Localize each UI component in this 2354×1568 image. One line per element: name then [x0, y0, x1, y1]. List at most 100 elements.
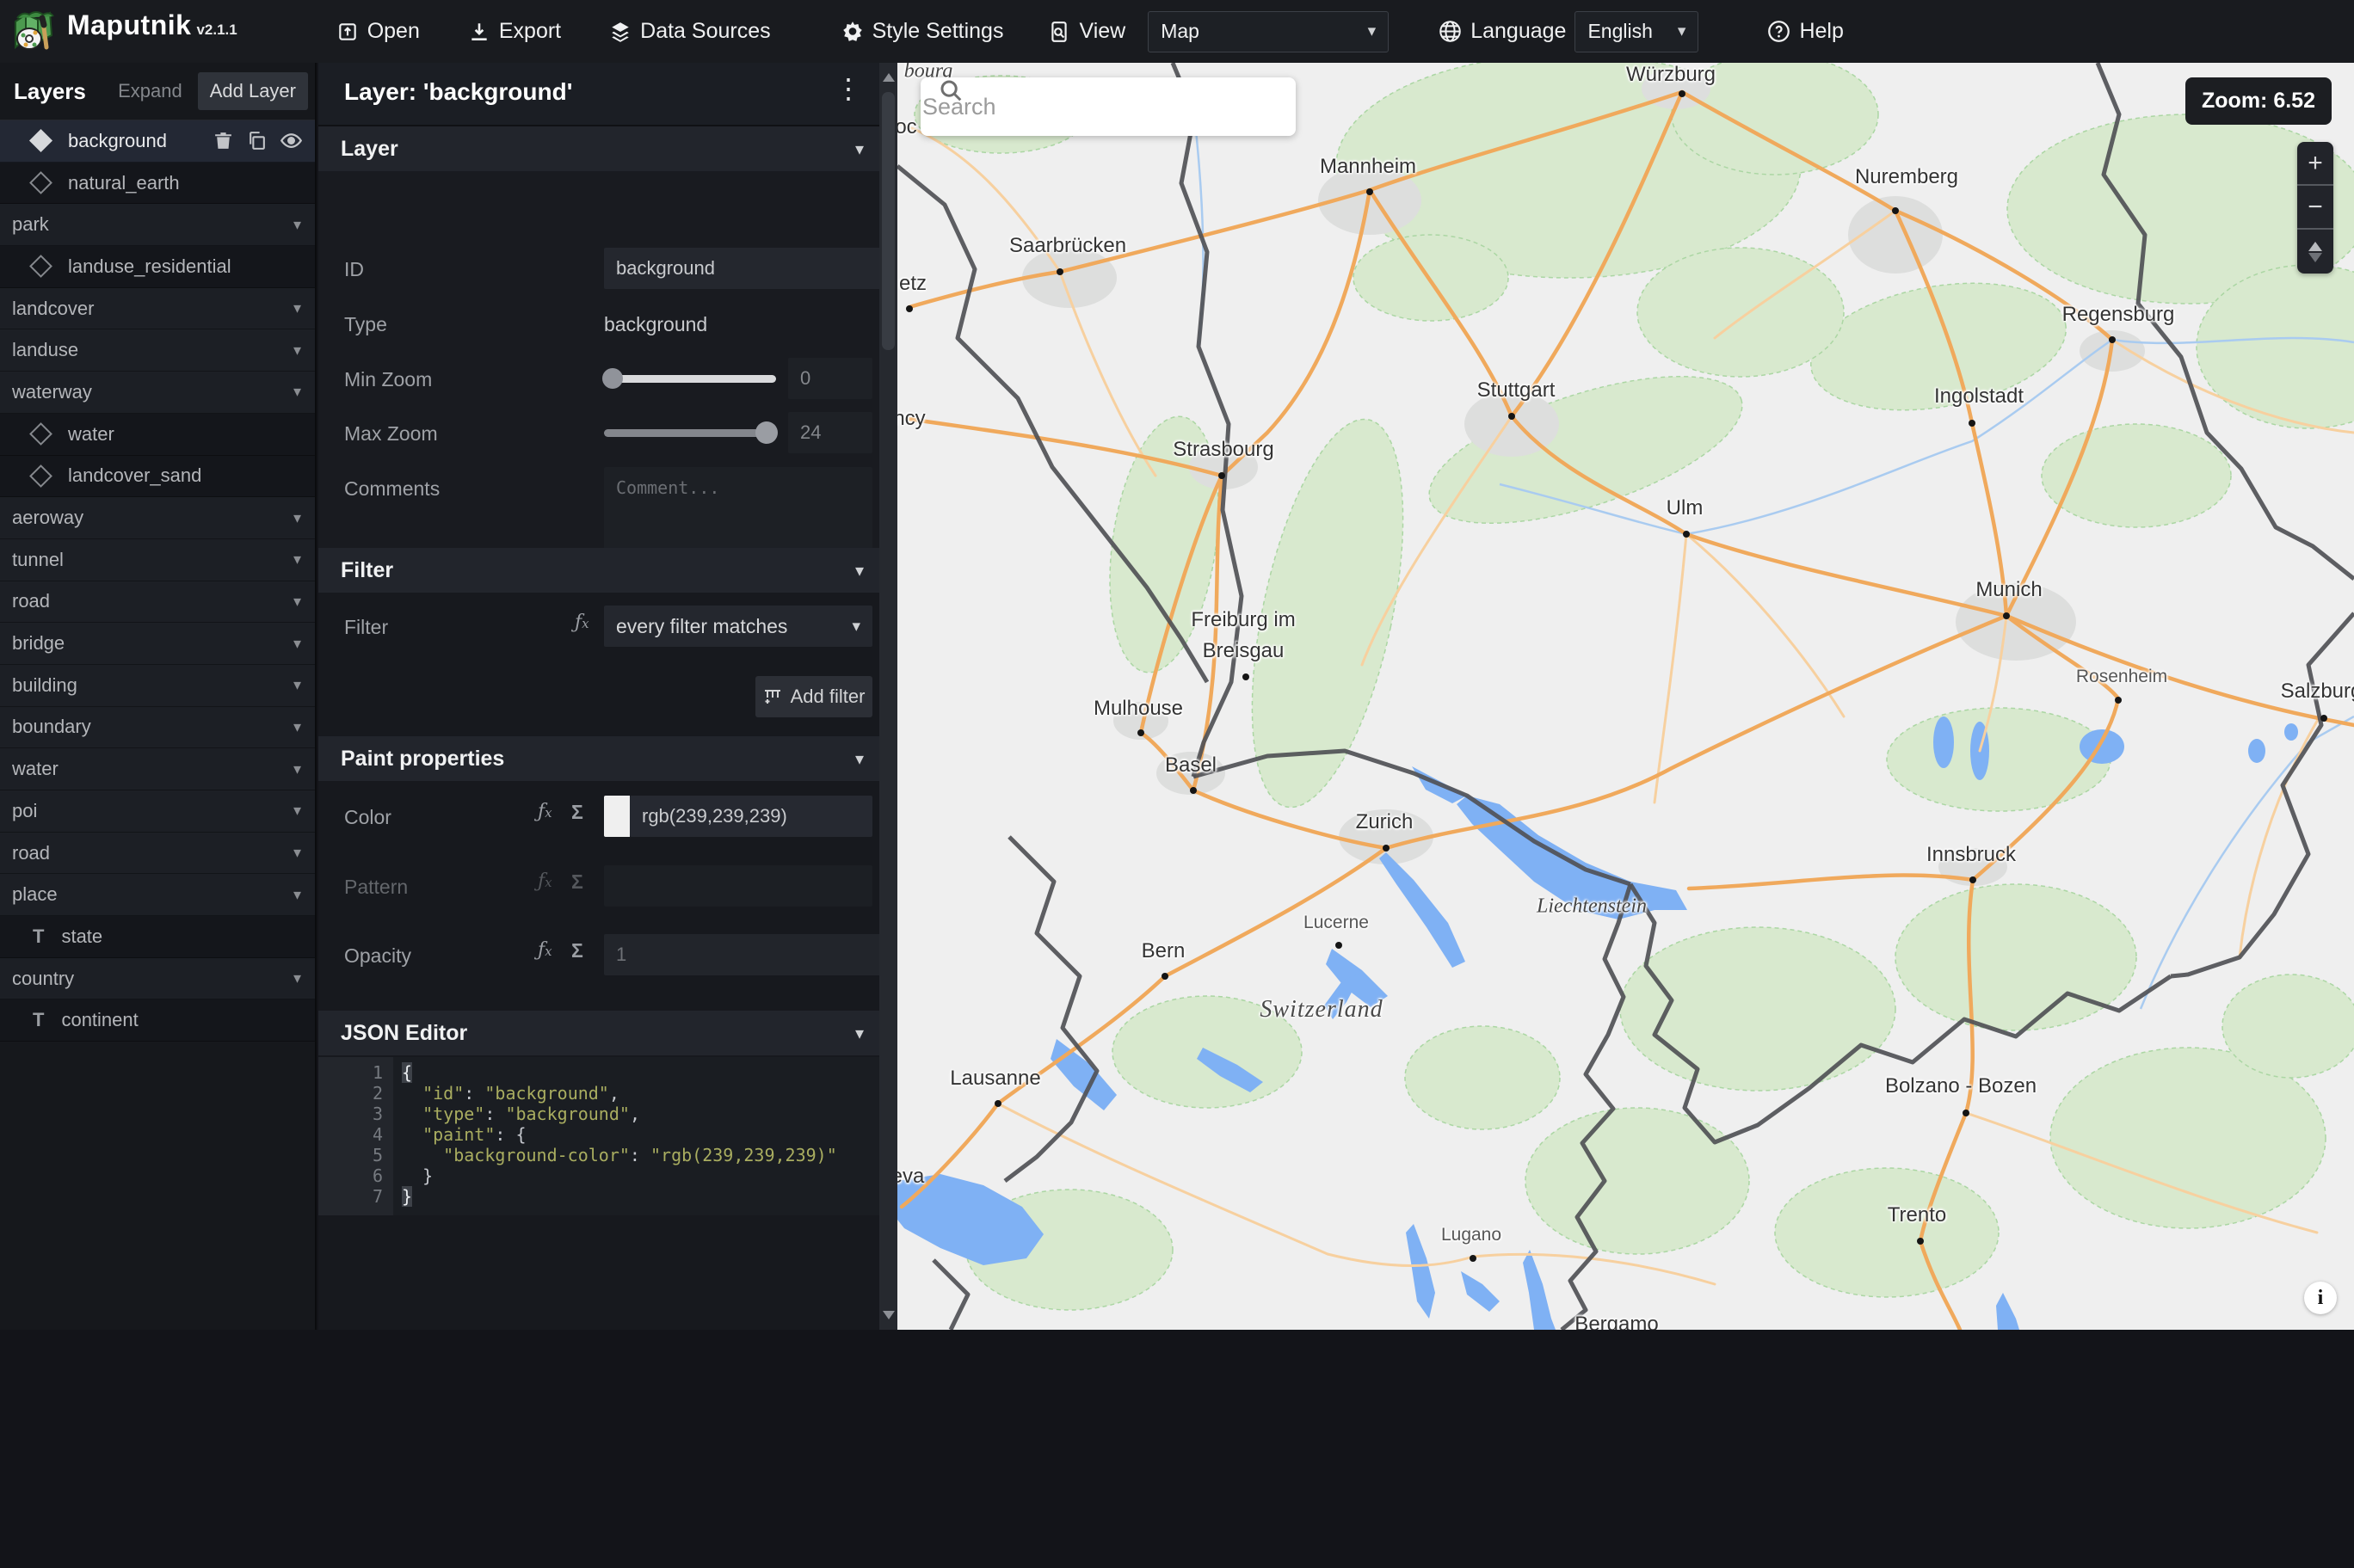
color-swatch[interactable] — [604, 796, 630, 837]
layer-row-label: waterway — [12, 380, 92, 403]
help-icon — [1768, 21, 1790, 42]
layer-row-landcover[interactable]: landcover ▾ — [0, 287, 315, 330]
add-filter-label: Add filter — [790, 686, 866, 707]
scroll-down-icon[interactable] — [883, 1311, 895, 1319]
scroll-up-icon[interactable] — [883, 73, 895, 82]
language-select[interactable]: English ▾ — [1574, 10, 1699, 52]
section-layer[interactable]: Layer ▾ — [318, 126, 879, 171]
layer-row-label: boundary — [12, 716, 91, 738]
layer-row-background[interactable]: background — [0, 120, 315, 163]
add-filter-button[interactable]: Add filter — [755, 676, 872, 717]
sigma-icon[interactable]: Σ — [571, 939, 583, 962]
layer-row-bridge[interactable]: bridge ▾ — [0, 623, 315, 665]
fx-icon[interactable]: ƒx — [575, 612, 589, 633]
expand-button[interactable]: Expand — [118, 80, 182, 102]
diamond-icon — [29, 422, 52, 446]
sigma-icon[interactable]: Σ — [571, 801, 583, 824]
help-button[interactable]: Help — [1767, 19, 1844, 44]
layer-row-landcover_sand[interactable]: landcover_sand — [0, 455, 315, 498]
layer-row-road[interactable]: road ▾ — [0, 581, 315, 624]
min-zoom-slider[interactable] — [602, 358, 776, 399]
layer-row-building[interactable]: building ▾ — [0, 664, 315, 707]
diamond-icon — [29, 171, 52, 194]
layer-row-park[interactable]: park ▾ — [0, 204, 315, 247]
layer-row-boundary[interactable]: boundary ▾ — [0, 706, 315, 749]
filter-select[interactable]: every filter matches ▾ — [604, 606, 872, 647]
layer-row-water[interactable]: water — [0, 413, 315, 456]
layer-row-waterway[interactable]: waterway ▾ — [0, 372, 315, 414]
chevron-down-icon: ▾ — [293, 844, 301, 862]
attribution-button[interactable]: i — [2304, 1282, 2337, 1314]
export-button[interactable]: Export — [468, 19, 561, 44]
layer-row-tunnel[interactable]: tunnel ▾ — [0, 538, 315, 581]
layer-row-landuse[interactable]: landuse ▾ — [0, 329, 315, 372]
kebab-menu-icon[interactable]: ⋮ — [835, 75, 862, 102]
language-menu: Language — [1439, 19, 1566, 44]
scrollbar-thumb[interactable] — [882, 92, 895, 350]
zoom-in-button[interactable]: + — [2297, 142, 2333, 186]
opacity-label: Opacity — [344, 944, 411, 967]
open-button[interactable]: Open — [336, 19, 420, 44]
section-json-title: JSON Editor — [341, 1021, 468, 1045]
layer-row-natural_earth[interactable]: natural_earth — [0, 162, 315, 205]
help-label: Help — [1799, 19, 1844, 43]
layer-row-country[interactable]: country ▾ — [0, 957, 315, 1000]
chevron-down-icon: ▾ — [854, 1024, 864, 1043]
layer-row-state[interactable]: Tstate — [0, 916, 315, 958]
layer-row-label: background — [68, 129, 167, 151]
max-zoom-slider[interactable] — [604, 412, 778, 453]
export-label: Export — [498, 19, 562, 43]
color-input[interactable]: rgb(239,239,239) — [630, 796, 872, 837]
layers-header: Layers Expand Add Layer — [0, 63, 315, 120]
pattern-input[interactable] — [604, 865, 872, 907]
maputnik-logo — [15, 10, 54, 50]
layer-row-label: tunnel — [12, 548, 64, 570]
chevron-down-icon: ▾ — [1677, 22, 1686, 40]
style-settings-icon — [842, 21, 862, 41]
layer-row-label: state — [61, 925, 103, 947]
style-settings-button[interactable]: Style Settings — [841, 19, 1003, 44]
layer-row-label: country — [12, 967, 75, 989]
plus-icon: + — [2308, 148, 2323, 177]
section-json[interactable]: JSON Editor ▾ — [318, 1011, 879, 1055]
layer-row-place[interactable]: place ▾ — [0, 874, 315, 917]
json-code[interactable]: { "id": "background", "type": "backgroun… — [393, 1057, 879, 1215]
pitch-toggle-button[interactable] — [2297, 230, 2333, 274]
data-sources-button[interactable]: Data Sources — [609, 19, 771, 44]
min-zoom-label: Min Zoom — [344, 368, 433, 390]
layer-row-label: landcover — [12, 297, 95, 319]
json-editor[interactable]: 1234567 { "id": "background", "type": "b… — [318, 1057, 879, 1215]
map-canvas[interactable] — [897, 63, 2354, 1330]
editor-scrollbar[interactable] — [879, 63, 897, 1330]
chevron-down-icon: ▾ — [293, 341, 301, 359]
section-paint[interactable]: Paint properties ▾ — [318, 736, 879, 781]
comments-label: Comments — [344, 477, 441, 500]
language-label: Language — [1470, 19, 1567, 43]
layer-row-label: road — [12, 841, 51, 864]
zoom-level-value: Zoom: 6.52 — [2202, 89, 2315, 113]
layer-row-poi[interactable]: poi ▾ — [0, 790, 315, 833]
fx-icon[interactable]: ƒx — [538, 939, 552, 961]
add-layer-button[interactable]: Add Layer — [197, 72, 308, 110]
text-layer-icon: T — [33, 925, 45, 947]
search-input[interactable] — [921, 92, 1287, 121]
view-select[interactable]: Map ▾ — [1148, 10, 1390, 52]
eye-icon[interactable] — [280, 129, 303, 152]
export-icon — [471, 22, 487, 40]
fx-icon[interactable]: ƒx — [538, 801, 552, 822]
map-viewport: Würzburg Mannheim Nuremberg Saarbrücken Rege… — [897, 63, 2354, 1330]
zoom-out-button[interactable]: − — [2297, 186, 2333, 230]
layer-row-label: aeroway — [12, 507, 84, 529]
fx-icon: ƒx — [538, 870, 552, 892]
copy-icon[interactable] — [246, 130, 268, 151]
layers-sidebar: Layers Expand Add Layer background natura… — [0, 63, 317, 1330]
chevron-down-icon: ▾ — [1367, 22, 1377, 40]
layer-row-water[interactable]: water ▾ — [0, 748, 315, 790]
chevron-down-icon: ▾ — [293, 550, 301, 569]
trash-icon[interactable] — [213, 130, 234, 151]
layer-row-landuse_residential[interactable]: landuse_residential — [0, 246, 315, 288]
layer-row-continent[interactable]: Tcontinent — [0, 999, 315, 1042]
layer-row-road[interactable]: road ▾ — [0, 832, 315, 875]
layer-row-aeroway[interactable]: aeroway ▾ — [0, 497, 315, 539]
section-filter[interactable]: Filter ▾ — [318, 548, 879, 593]
